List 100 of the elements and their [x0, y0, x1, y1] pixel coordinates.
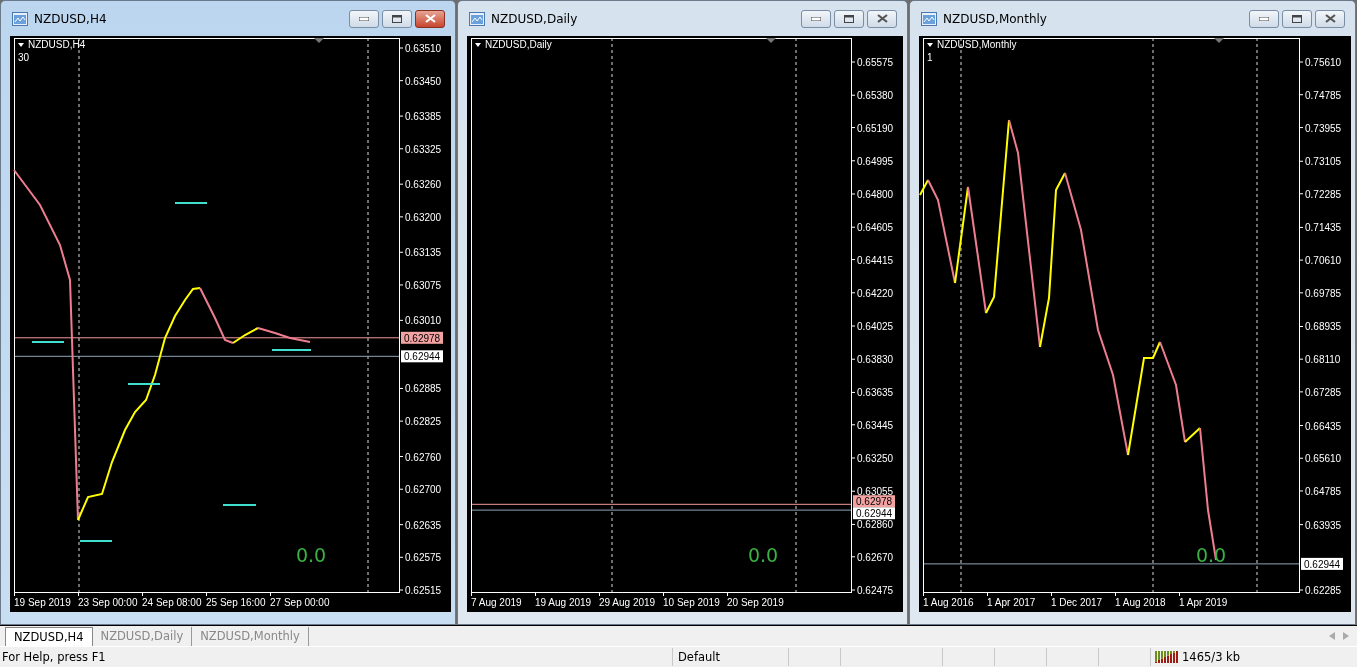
- close-icon: [424, 14, 436, 23]
- price-label: 0.63260: [405, 179, 442, 191]
- price-label: 0.63135: [405, 247, 442, 259]
- traffic-text: 1465/3 kb: [1182, 649, 1241, 664]
- price-label: 0.62670: [857, 551, 894, 563]
- close-button[interactable]: [415, 9, 445, 28]
- price-label: 0.63830: [857, 354, 894, 366]
- time-label: 29 Aug 2019: [599, 597, 656, 608]
- time-label: 1 Dec 2017: [1051, 597, 1103, 608]
- close-icon: [1324, 14, 1336, 23]
- chart-tab[interactable]: NZDUSD,Monthly: [192, 626, 309, 646]
- price-label: 0.73105: [1305, 156, 1342, 168]
- time-label: 1 Aug 2018: [1115, 597, 1166, 608]
- price-label: 0.65190: [857, 122, 894, 134]
- price-label: 0.69785: [1305, 287, 1342, 299]
- price-label: 0.64605: [857, 222, 894, 234]
- price-tag: 0.62944: [401, 350, 443, 363]
- price-label: 0.73955: [1305, 122, 1342, 134]
- profile-name: Default: [672, 647, 788, 666]
- price-label: 0.63075: [405, 279, 442, 291]
- price-label: 0.63325: [405, 143, 442, 155]
- price-tag: 0.62978: [853, 495, 895, 508]
- price-label: 0.63635: [857, 387, 894, 399]
- price-label: 0.65380: [857, 90, 894, 102]
- time-label: 1 Apr 2017: [987, 597, 1036, 608]
- minimize-icon: [359, 16, 369, 21]
- minimize-icon: [1259, 16, 1269, 21]
- price-label: 0.72285: [1305, 188, 1342, 200]
- price-label: 0.63250: [857, 453, 894, 464]
- price-label: 0.64785: [1305, 485, 1342, 497]
- connection-bars-icon: [1155, 650, 1179, 663]
- maximize-icon: [844, 14, 854, 23]
- price-label: 0.63010: [405, 315, 442, 327]
- price-label: 0.62515: [405, 585, 442, 596]
- price-label: 0.63200: [405, 211, 442, 223]
- price-label: 0.64220: [857, 287, 894, 299]
- price-label: 0.64995: [857, 155, 894, 167]
- price-label: 0.63055: [857, 486, 894, 498]
- price-label: 0.74785: [1305, 89, 1342, 101]
- window-title: NZDUSD,Daily: [491, 11, 579, 26]
- price-label: 0.68935: [1305, 321, 1342, 333]
- shift-marker-icon[interactable]: [766, 38, 776, 43]
- time-label: 19 Sep 2019: [14, 597, 71, 608]
- maximize-icon: [1292, 14, 1302, 23]
- price-label: 0.63385: [405, 111, 442, 123]
- price-tag: 0.62978: [401, 331, 443, 344]
- time-label: 1 Aug 2016: [923, 597, 974, 608]
- chart-window-icon: [921, 11, 937, 26]
- window-title: NZDUSD,H4: [34, 11, 108, 26]
- time-label: 19 Aug 2019: [535, 597, 592, 608]
- time-label: 25 Sep 16:00: [206, 597, 266, 608]
- readout-value: 0.0: [295, 544, 327, 566]
- maximize-button[interactable]: [382, 9, 412, 28]
- time-label: 10 Sep 2019: [663, 597, 720, 608]
- price-label: 0.62860: [857, 519, 894, 531]
- price-tag: 0.62944: [1301, 557, 1343, 570]
- price-label: 0.62825: [405, 416, 442, 428]
- time-label: 27 Sep 00:00: [270, 597, 330, 608]
- price-label: 0.62635: [405, 519, 442, 531]
- indicator-value: 30: [18, 52, 30, 63]
- dropdown-triangle-icon[interactable]: [927, 43, 933, 47]
- price-label: 0.65575: [857, 57, 894, 68]
- time-label: 7 Aug 2019: [471, 597, 522, 608]
- maximize-icon: [392, 14, 402, 23]
- dropdown-triangle-icon[interactable]: [475, 43, 481, 47]
- chart-window-icon: [12, 11, 28, 26]
- symbol-label: NZDUSD,Daily: [485, 39, 552, 50]
- time-label: 1 Apr 2019: [1179, 597, 1228, 608]
- chart-tab[interactable]: NZDUSD,H4: [5, 626, 93, 646]
- price-tag: 0.62944: [853, 507, 895, 520]
- shift-marker-icon[interactable]: [314, 38, 324, 43]
- time-label: 23 Sep 00:00: [78, 597, 138, 608]
- price-label: 0.62285: [1305, 585, 1342, 596]
- window-title: NZDUSD,Monthly: [943, 11, 1048, 26]
- close-icon: [876, 14, 888, 23]
- chart-tab[interactable]: NZDUSD,Daily: [92, 626, 193, 646]
- minimize-icon: [811, 16, 821, 21]
- price-label: 0.71435: [1305, 222, 1342, 234]
- price-label: 0.63445: [857, 419, 894, 431]
- chart-window-icon: [469, 11, 485, 26]
- price-label: 0.63935: [1305, 519, 1342, 531]
- time-label: 24 Sep 08:00: [142, 597, 202, 608]
- price-label: 0.65610: [1305, 453, 1342, 465]
- price-label: 0.62760: [405, 451, 442, 463]
- price-label: 0.68110: [1305, 354, 1341, 366]
- indicator-value: 1: [927, 52, 933, 63]
- price-label: 0.70610: [1305, 255, 1342, 267]
- price-label: 0.64025: [857, 321, 894, 332]
- symbol-label: NZDUSD,H4: [28, 39, 86, 50]
- price-label: 0.75610: [1305, 57, 1342, 68]
- price-label: 0.62475: [857, 585, 894, 596]
- shift-marker-icon[interactable]: [1214, 38, 1224, 43]
- dropdown-triangle-icon[interactable]: [18, 43, 24, 47]
- time-label: 20 Sep 2019: [727, 597, 784, 608]
- price-label: 0.66435: [1305, 420, 1342, 432]
- help-text: For Help, press F1: [1, 648, 107, 666]
- symbol-label: NZDUSD,Monthly: [937, 39, 1017, 50]
- price-label: 0.62885: [405, 383, 442, 395]
- price-label: 0.62575: [405, 552, 442, 564]
- price-label: 0.64800: [857, 189, 894, 200]
